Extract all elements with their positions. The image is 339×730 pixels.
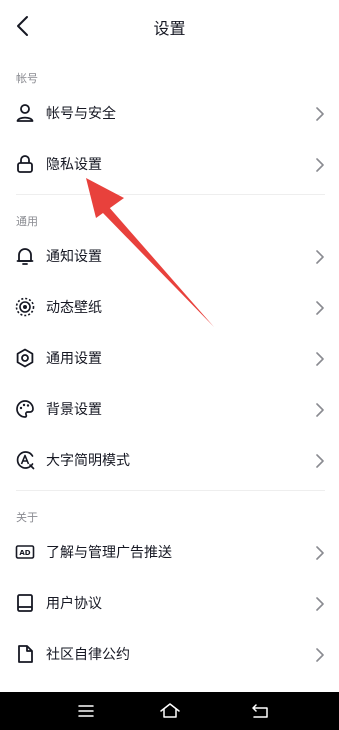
row-background-settings[interactable]: 背景设置 bbox=[0, 384, 339, 434]
lock-icon bbox=[14, 153, 36, 175]
home-icon[interactable] bbox=[158, 700, 182, 722]
top-bar: 设置 bbox=[0, 0, 339, 54]
section-label-about: 关于 bbox=[16, 511, 38, 524]
chevron-right-icon bbox=[315, 106, 325, 121]
row-notification-settings[interactable]: 通知设置 bbox=[0, 231, 339, 281]
content-bottom-edge bbox=[0, 682, 339, 692]
row-live-wallpaper[interactable]: 动态壁纸 bbox=[0, 282, 339, 332]
section-label-general: 通用 bbox=[16, 215, 38, 228]
chevron-right-icon bbox=[315, 647, 325, 662]
document-icon bbox=[14, 643, 36, 665]
ad-icon: AD bbox=[14, 541, 36, 563]
chevron-right-icon bbox=[315, 402, 325, 417]
chevron-right-icon bbox=[315, 453, 325, 468]
section-divider bbox=[16, 194, 325, 195]
row-label: 通用设置 bbox=[46, 351, 102, 367]
row-label: 帐号与安全 bbox=[46, 106, 116, 122]
row-label: 大字简明模式 bbox=[46, 453, 130, 469]
row-general-settings[interactable]: 通用设置 bbox=[0, 333, 339, 383]
palette-icon bbox=[14, 398, 36, 420]
chevron-right-icon bbox=[315, 545, 325, 560]
user-icon bbox=[14, 102, 36, 124]
gear-icon bbox=[14, 347, 36, 369]
chevron-right-icon bbox=[315, 596, 325, 611]
bell-icon bbox=[14, 245, 36, 267]
book-icon bbox=[14, 592, 36, 614]
row-label: 通知设置 bbox=[46, 249, 102, 265]
row-ad-management[interactable]: AD 了解与管理广告推送 bbox=[0, 527, 339, 577]
section-label-account: 帐号 bbox=[16, 72, 38, 85]
svg-text:AD: AD bbox=[19, 549, 30, 557]
row-user-agreement[interactable]: 用户协议 bbox=[0, 578, 339, 628]
row-label: 隐私设置 bbox=[46, 157, 102, 173]
section-divider bbox=[16, 490, 325, 491]
large-font-icon bbox=[14, 449, 36, 471]
row-label: 动态壁纸 bbox=[46, 300, 102, 316]
row-large-font-mode[interactable]: 大字简明模式 bbox=[0, 435, 339, 485]
back-nav-icon[interactable] bbox=[248, 700, 272, 722]
live-wallpaper-icon bbox=[14, 296, 36, 318]
row-label: 用户协议 bbox=[46, 596, 102, 612]
row-label: 社区自律公约 bbox=[46, 647, 130, 663]
menu-icon[interactable] bbox=[74, 700, 98, 722]
chevron-right-icon bbox=[315, 249, 325, 264]
chevron-right-icon bbox=[315, 157, 325, 172]
row-label: 背景设置 bbox=[46, 402, 102, 418]
row-community-guidelines[interactable]: 社区自律公约 bbox=[0, 629, 339, 679]
chevron-right-icon bbox=[315, 300, 325, 315]
row-account-security[interactable]: 帐号与安全 bbox=[0, 88, 339, 138]
chevron-right-icon bbox=[315, 351, 325, 366]
page-title: 设置 bbox=[153, 19, 186, 38]
system-navigation-bar bbox=[0, 692, 339, 730]
row-privacy-settings[interactable]: 隐私设置 bbox=[0, 139, 339, 189]
row-label: 了解与管理广告推送 bbox=[46, 545, 172, 561]
